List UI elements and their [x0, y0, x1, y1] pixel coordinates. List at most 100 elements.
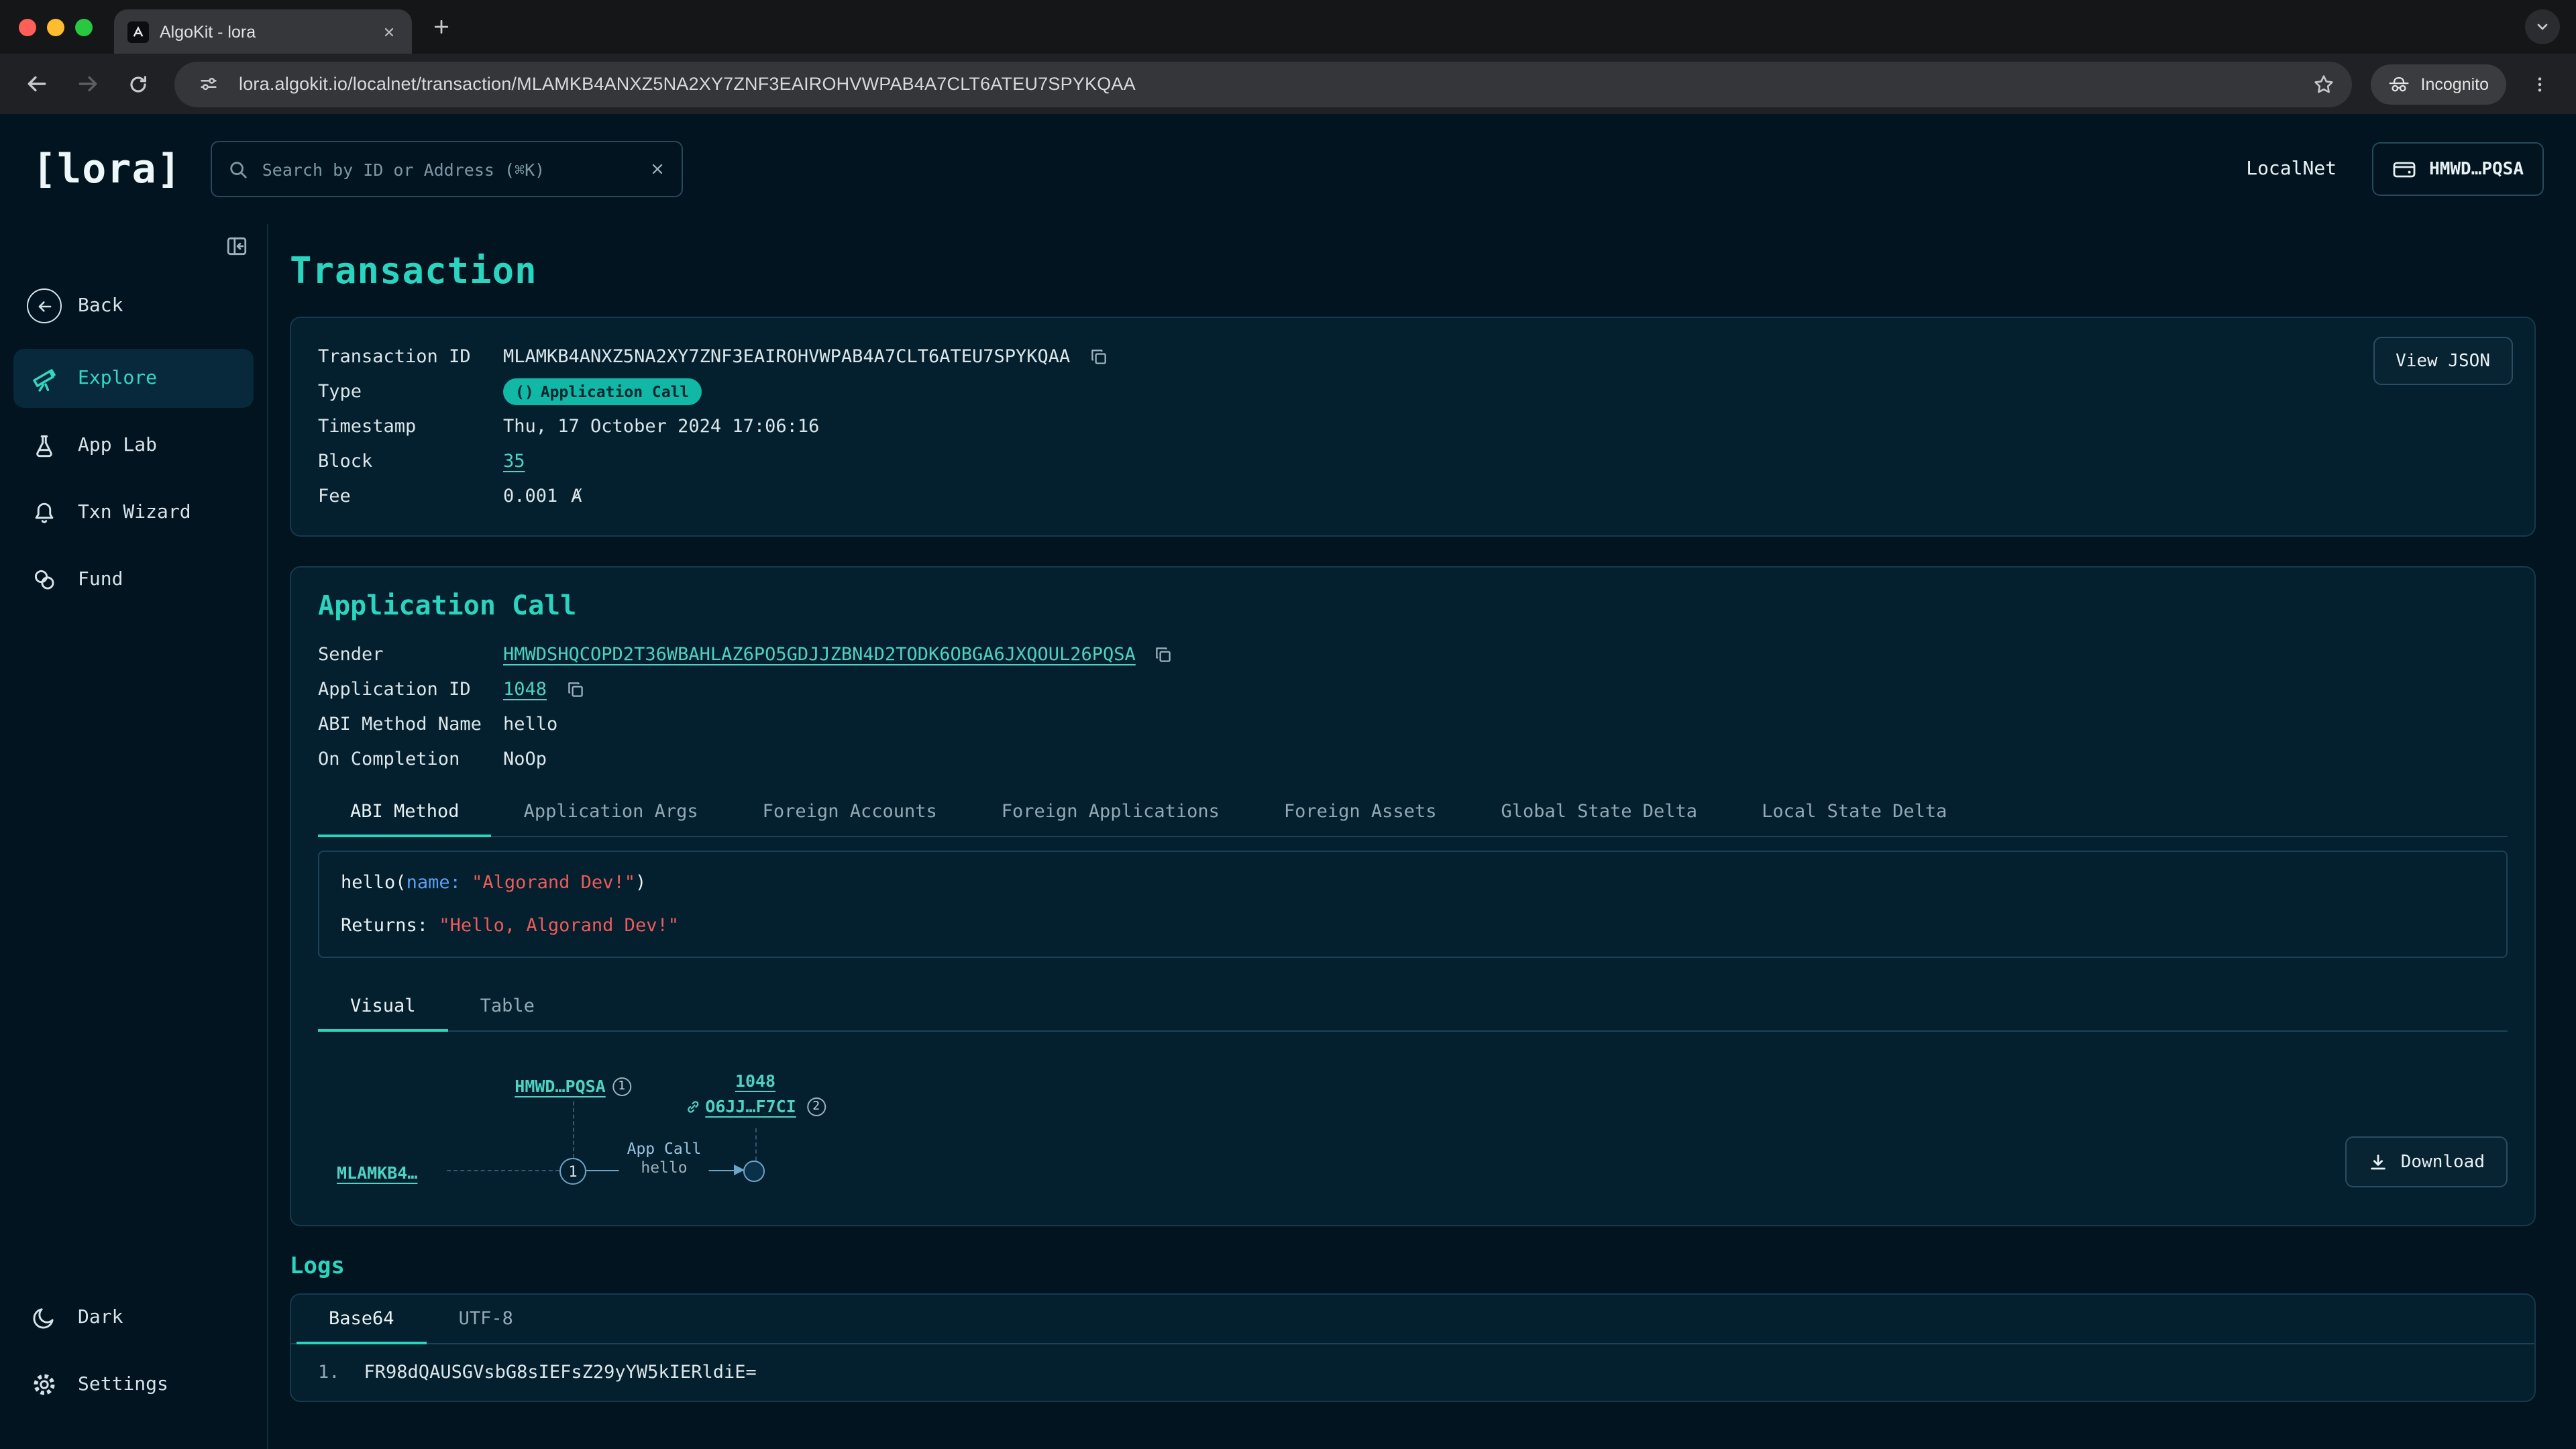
download-label: Download — [2401, 1152, 2485, 1172]
page-title: Transaction — [290, 251, 2536, 292]
telescope-icon — [27, 365, 62, 392]
sidebar-item-fund[interactable]: Fund — [13, 550, 254, 609]
bookmark-star-button[interactable] — [2307, 66, 2342, 101]
browser-menu-button[interactable] — [2517, 61, 2563, 107]
tab-foreign-applications[interactable]: Foreign Applications — [969, 788, 1252, 836]
global-search[interactable] — [211, 141, 684, 197]
view-json-button[interactable]: View JSON — [2373, 337, 2513, 385]
tab-foreign-accounts[interactable]: Foreign Accounts — [731, 788, 969, 836]
tab-foreign-assets[interactable]: Foreign Assets — [1252, 788, 1469, 836]
block-link[interactable]: 35 — [503, 444, 525, 479]
graph-sender-node[interactable]: 1 — [559, 1158, 586, 1185]
minimize-window-button[interactable] — [47, 18, 64, 36]
field-application-id: Application ID 1048 — [318, 672, 2508, 707]
field-sender: Sender HMWDSHQCOPD2T36WBAHLAZ6PO5GDJJZBN… — [318, 637, 2508, 672]
site-info-button[interactable] — [191, 66, 225, 101]
url-text: lora.algokit.io/localnet/transaction/MLA… — [239, 74, 2294, 94]
field-abi-method-name: ABI Method Name hello — [318, 707, 2508, 742]
close-icon — [382, 25, 396, 38]
transaction-summary-card: Transaction ID MLAMKB4ANXZ5NA2XY7ZNF3EAI… — [290, 317, 2536, 537]
tune-icon — [198, 74, 218, 94]
spacer — [290, 537, 2536, 566]
bell-icon — [27, 500, 62, 525]
on-completion-value: NoOp — [503, 742, 547, 777]
header-right: LocalNet HMWD…PQSA — [2246, 142, 2544, 196]
address-bar[interactable]: lora.algokit.io/localnet/transaction/MLA… — [174, 61, 2353, 107]
field-block: Block 35 — [318, 444, 2508, 479]
logs-tabs: Base64 UTF-8 — [291, 1295, 2534, 1344]
wallet-icon — [2392, 158, 2416, 180]
tab-base64[interactable]: Base64 — [297, 1295, 427, 1343]
browser-back-button[interactable] — [13, 61, 59, 107]
sidebar-item-back[interactable]: Back — [13, 276, 254, 335]
star-icon — [2314, 73, 2335, 95]
coins-icon — [27, 568, 62, 592]
reload-icon — [127, 73, 149, 95]
logs-title: Logs — [290, 1253, 2536, 1280]
copy-icon — [1155, 645, 1173, 664]
tab-favicon-icon — [127, 21, 149, 42]
sidebar-item-label: Fund — [78, 569, 123, 590]
tab-search-button[interactable] — [2525, 9, 2560, 44]
close-icon — [650, 161, 666, 177]
graph-app-link[interactable]: 1048 — [735, 1071, 775, 1091]
log-entry: 1. FR98dQAUSGVsbG8sIEFsZ29yYW5kIERldiE= — [291, 1344, 2534, 1401]
wallet-address: HMWD…PQSA — [2429, 159, 2524, 179]
sender-node-number: 1 — [568, 1163, 577, 1180]
sidebar-item-dark-mode[interactable]: Dark — [13, 1288, 254, 1347]
tab-local-state-delta[interactable]: Local State Delta — [1729, 788, 1979, 836]
field-timestamp: Timestamp Thu, 17 October 2024 17:06:16 — [318, 409, 2508, 444]
close-window-button[interactable] — [19, 18, 36, 36]
plus-icon — [432, 17, 451, 36]
copy-application-id-button[interactable] — [566, 680, 584, 699]
group-number-badge: 2 — [807, 1097, 826, 1116]
sidebar-item-txn-wizard[interactable]: Txn Wizard — [13, 483, 254, 542]
zoom-window-button[interactable] — [75, 18, 93, 36]
tab-application-args[interactable]: Application Args — [492, 788, 731, 836]
application-call-card: Application Call Sender HMWDSHQCOPD2T36W… — [290, 566, 2536, 1226]
sidebar-item-explore[interactable]: Explore — [13, 349, 254, 408]
arrow-left-icon — [25, 72, 48, 95]
browser-reload-button[interactable] — [115, 61, 161, 107]
network-selector[interactable]: LocalNet — [2246, 158, 2337, 180]
sender-link[interactable]: HMWDSHQCOPD2T36WBAHLAZ6PO5GDJJZBN4D2TODK… — [503, 637, 1136, 672]
graph-txn-link[interactable]: MLAMKB4… — [337, 1163, 417, 1183]
lora-logo[interactable]: [lora] — [32, 146, 182, 193]
field-label: Application ID — [318, 672, 492, 707]
download-button[interactable]: Download — [2346, 1136, 2508, 1187]
graph-account-link[interactable]: HMWD…PQSA — [515, 1076, 605, 1096]
abi-arg-name: name: — [407, 872, 461, 894]
badge-label: Application Call — [541, 380, 690, 404]
tab-utf8[interactable]: UTF-8 — [427, 1295, 545, 1343]
tab-visual[interactable]: Visual — [318, 982, 448, 1030]
tab-table[interactable]: Table — [448, 982, 567, 1030]
edge-type-label: App Call — [627, 1139, 702, 1158]
tab-global-state-delta[interactable]: Global State Delta — [1468, 788, 1729, 836]
sidebar-item-app-lab[interactable]: App Lab — [13, 416, 254, 475]
panel-collapse-icon — [225, 235, 248, 258]
field-label: Transaction ID — [318, 339, 492, 374]
abi-call-prefix: hello( — [341, 872, 407, 894]
tab-abi-method[interactable]: ABI Method — [318, 788, 492, 836]
search-clear-button[interactable] — [650, 161, 666, 177]
badge-paren-icon: () — [515, 380, 534, 404]
application-id-link[interactable]: 1048 — [503, 672, 547, 707]
edge-method-label: hello — [627, 1158, 702, 1177]
wallet-button[interactable]: HMWD…PQSA — [2371, 142, 2544, 196]
field-fee: Fee 0.001 Ⱥ — [318, 479, 2508, 514]
copy-sender-button[interactable] — [1155, 645, 1173, 664]
new-tab-button[interactable] — [423, 8, 460, 46]
back-circle-icon — [27, 288, 62, 323]
tab-close-button[interactable] — [377, 19, 401, 44]
browser-forward-button[interactable] — [64, 61, 110, 107]
app-body: Back Explore App Lab Txn Wizard — [0, 224, 2576, 1449]
sidebar-item-settings[interactable]: Settings — [13, 1355, 254, 1414]
browser-tab[interactable]: AlgoKit - lora — [114, 9, 412, 54]
graph-app-node[interactable] — [743, 1161, 765, 1182]
copy-transaction-id-button[interactable] — [1089, 347, 1108, 366]
sidebar-collapse-button[interactable] — [225, 235, 248, 263]
search-input[interactable] — [262, 159, 637, 179]
kebab-menu-icon — [2530, 74, 2549, 93]
incognito-badge: Incognito — [2371, 64, 2506, 104]
graph-group-link[interactable]: O6JJ…F7CI — [705, 1096, 796, 1116]
